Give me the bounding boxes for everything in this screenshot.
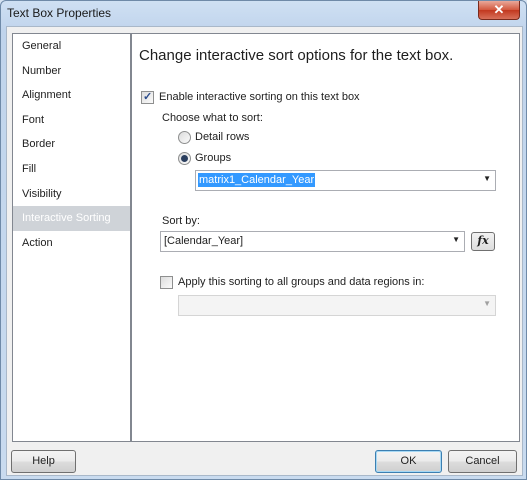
nav-item-action[interactable]: Action [13, 231, 130, 256]
nav-item-fill[interactable]: Fill [13, 157, 130, 182]
chevron-down-icon[interactable]: ▼ [483, 174, 491, 183]
groups-radio[interactable] [178, 152, 191, 165]
close-icon: ✕ [493, 2, 505, 17]
enable-sorting-checkbox[interactable]: ✓ [141, 91, 154, 104]
chevron-down-icon: ▼ [483, 299, 491, 308]
ok-button[interactable]: OK [375, 450, 442, 473]
enable-sorting-label[interactable]: Enable interactive sorting on this text … [159, 91, 360, 103]
window-title: Text Box Properties [7, 6, 112, 20]
apply-to-all-checkbox[interactable] [160, 276, 173, 289]
cancel-button[interactable]: Cancel [448, 450, 517, 473]
apply-to-all-label[interactable]: Apply this sorting to all groups and dat… [178, 276, 424, 288]
scope-dropdown: ▼ [178, 295, 496, 316]
sort-by-label: Sort by: [162, 215, 200, 227]
help-button[interactable]: Help [11, 450, 76, 473]
sort-by-value: [Calendar_Year] [164, 235, 244, 247]
choose-what-to-sort-label: Choose what to sort: [162, 112, 263, 124]
dialog-body: General Number Alignment Font Border Fil… [6, 26, 523, 476]
chevron-down-icon[interactable]: ▼ [452, 235, 460, 244]
radio-selected-dot [181, 155, 188, 162]
nav-item-border[interactable]: Border [13, 132, 130, 157]
nav-item-font[interactable]: Font [13, 108, 130, 133]
sort-by-dropdown[interactable]: [Calendar_Year] ▼ [160, 231, 465, 252]
checkmark-icon: ✓ [143, 91, 153, 103]
close-button[interactable]: ✕ [478, 1, 520, 20]
nav-item-number[interactable]: Number [13, 59, 130, 84]
page-navigation: General Number Alignment Font Border Fil… [12, 33, 131, 442]
detail-rows-radio[interactable] [178, 131, 191, 144]
group-name-value: matrix1_Calendar_Year [198, 173, 316, 187]
scope-value [181, 298, 183, 312]
interactive-sorting-panel: Change interactive sort options for the … [131, 33, 520, 442]
groups-label[interactable]: Groups [195, 152, 231, 164]
nav-item-general[interactable]: General [13, 34, 130, 59]
nav-item-interactive-sorting[interactable]: Interactive Sorting [13, 206, 130, 231]
group-name-dropdown[interactable]: matrix1_Calendar_Year ▼ [195, 170, 496, 191]
expression-button[interactable]: fx [471, 232, 495, 251]
fx-icon: fx [477, 234, 489, 247]
title-bar[interactable]: Text Box Properties ✕ [1, 1, 526, 25]
detail-rows-label[interactable]: Detail rows [195, 131, 249, 143]
page-heading: Change interactive sort options for the … [139, 47, 454, 64]
dialog-window: Text Box Properties ✕ General Number Ali… [0, 0, 527, 480]
nav-item-alignment[interactable]: Alignment [13, 83, 130, 108]
nav-item-visibility[interactable]: Visibility [13, 182, 130, 207]
